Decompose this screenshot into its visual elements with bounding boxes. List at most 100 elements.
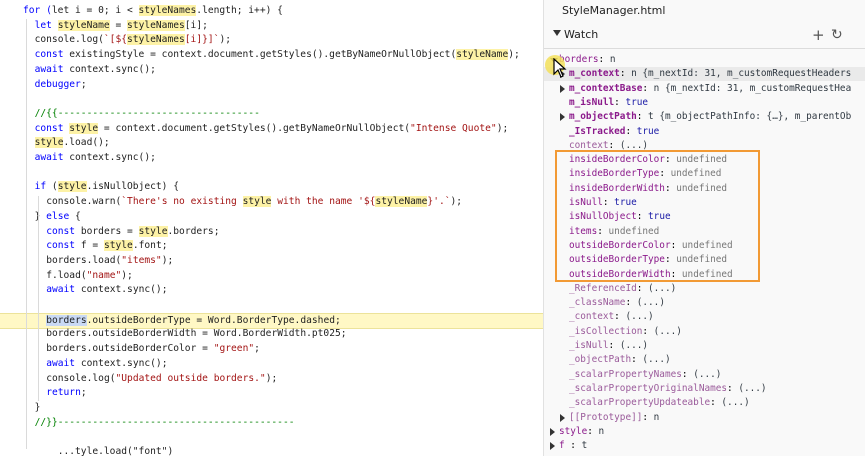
code-token: context.sync(); xyxy=(80,284,168,296)
watch-value: (...) xyxy=(738,382,767,394)
watch-row[interactable]: borders: n xyxy=(544,53,865,67)
code-line[interactable]: const borders = style.borders; xyxy=(0,225,543,239)
code-line[interactable]: style.load(); xyxy=(0,136,543,150)
code-token: styleNames xyxy=(127,34,185,46)
watch-value: (...) xyxy=(619,340,649,351)
code-token: style xyxy=(57,181,87,193)
code-text: await context.sync(); xyxy=(35,63,156,77)
code-line[interactable]: //{{----------------------------------- xyxy=(0,107,543,121)
code-line[interactable]: for (let i = 0; i < styleNames.length; i… xyxy=(0,4,543,18)
chevron-down-icon[interactable] xyxy=(553,30,561,36)
expand-right-icon[interactable] xyxy=(560,413,565,422)
code-line[interactable]: await context.sync(); xyxy=(0,283,543,297)
watch-row[interactable]: _scalarPropertyUpdateable: (...) xyxy=(544,396,865,410)
code-token: [i]; xyxy=(184,19,208,31)
code-text: borders.outsideBorderColor = "green"; xyxy=(46,342,260,356)
code-line[interactable]: await context.sync(); xyxy=(0,357,543,371)
watch-row[interactable]: m_context: n {m_nextId: 31, m_customRequ… xyxy=(544,67,865,82)
watch-row[interactable]: style: n xyxy=(544,425,865,439)
code-token: let i = 0; i < xyxy=(51,5,139,16)
code-token: ); xyxy=(121,269,133,281)
watch-row[interactable]: _IsTracked: true xyxy=(544,125,865,139)
code-line[interactable] xyxy=(0,298,543,312)
code-line[interactable] xyxy=(0,92,543,106)
watch-row[interactable]: m_isNull: true xyxy=(544,96,865,110)
code-line[interactable]: debugger; xyxy=(0,78,543,92)
code-line[interactable]: borders.outsideBorderColor = "green"; xyxy=(0,342,543,356)
code-token: style xyxy=(34,137,64,149)
watch-separator: : xyxy=(598,54,610,65)
code-token: let xyxy=(34,19,58,31)
code-editor[interactable]: for (let i = 0; i < styleNames.length; i… xyxy=(0,0,543,456)
watch-value: (...) xyxy=(693,368,722,380)
watch-value: (...) xyxy=(653,325,682,337)
code-line[interactable]: borders.load("items"); xyxy=(0,254,543,268)
code-line[interactable]: console.log("Updated outside borders."); xyxy=(0,372,543,386)
code-text: const f = style.font; xyxy=(46,239,168,253)
code-token: with the name '${ xyxy=(271,196,376,208)
watch-value: (...) xyxy=(648,282,677,294)
code-line[interactable]: } xyxy=(0,401,543,415)
watch-row[interactable]: m_contextBase: n {m_nextId: 31, m_custom… xyxy=(544,82,865,96)
expand-right-icon[interactable] xyxy=(560,84,565,93)
watch-row[interactable]: _isCollection: (...) xyxy=(544,325,865,339)
code-line[interactable]: console.warn(`There's no existing style … xyxy=(0,195,543,209)
code-line[interactable] xyxy=(0,166,543,180)
code-text: await context.sync(); xyxy=(46,357,167,371)
code-line[interactable]: const f = style.font; xyxy=(0,239,543,253)
code-text: const existingStyle = context.document.g… xyxy=(35,48,520,62)
watch-row[interactable]: [[Prototype]]: n xyxy=(544,411,865,425)
watch-separator: : xyxy=(625,125,637,137)
code-line[interactable]: const style = context.document.getStyles… xyxy=(0,122,543,136)
code-line[interactable]: borders.outsideBorderWidth = Word.Border… xyxy=(0,327,543,341)
expand-right-icon[interactable] xyxy=(560,113,565,122)
code-line[interactable]: await context.sync(); xyxy=(0,151,543,165)
watch-value: n xyxy=(609,54,616,65)
code-line[interactable]: if (style.isNullObject) { xyxy=(0,180,543,194)
watch-separator: : xyxy=(681,368,694,380)
code-line[interactable]: ...tyle.load("font") xyxy=(0,445,543,456)
code-token: const xyxy=(34,49,70,61)
watch-row[interactable]: _scalarPropertyOriginalNames: (...) xyxy=(544,382,865,396)
watch-key: m_objectPath xyxy=(569,111,637,123)
code-line[interactable]: //}}------------------------------------… xyxy=(0,416,543,430)
code-text: console.warn(`There's no existing style … xyxy=(46,195,462,209)
code-line[interactable]: f.load("name"); xyxy=(0,269,543,283)
code-line[interactable]: } else { xyxy=(0,210,543,224)
code-token: style xyxy=(138,225,168,237)
watch-row[interactable]: _objectPath: (...) xyxy=(544,353,865,367)
code-token: await xyxy=(46,284,81,296)
code-line[interactable]: const existingStyle = context.document.g… xyxy=(0,48,543,62)
watch-row[interactable]: _className: (...) xyxy=(544,296,865,310)
code-line[interactable]: return; xyxy=(0,386,543,400)
watch-section-header[interactable]: Watch + ↻ xyxy=(544,25,865,45)
expand-right-icon[interactable] xyxy=(550,442,555,451)
code-token: styleName xyxy=(375,196,428,208)
code-token: context.sync(); xyxy=(69,63,156,75)
code-token: ); xyxy=(450,196,463,208)
code-token: styleName xyxy=(57,19,110,31)
code-line[interactable]: await context.sync(); xyxy=(0,63,543,77)
code-line[interactable]: console.log(`[${styleNames[i]}]`); xyxy=(0,33,543,47)
code-token: context.sync(); xyxy=(69,152,156,163)
code-text: return; xyxy=(46,386,86,400)
watch-row[interactable]: _isNull: (...) xyxy=(544,339,865,353)
code-token: ); xyxy=(219,34,231,46)
expand-right-icon[interactable] xyxy=(550,427,555,436)
watch-row[interactable]: _scalarPropertyNames: (...) xyxy=(544,368,865,382)
watch-row[interactable]: _context: (...) xyxy=(544,310,865,324)
watch-row[interactable]: _ReferenceId: (...) xyxy=(544,282,865,296)
current-line[interactable]: borders.outsideBorderType = Word.BorderT… xyxy=(0,312,543,329)
code-line[interactable]: let styleName = styleNames[i]; xyxy=(0,19,543,33)
watch-row[interactable]: m_objectPath: t {m_objectPathInfo: {…}, … xyxy=(544,110,865,124)
watch-separator: : xyxy=(631,354,643,366)
refresh-icon[interactable]: ↻ xyxy=(831,25,843,45)
code-token: return xyxy=(46,387,81,399)
watch-row[interactable]: f : t xyxy=(544,439,865,453)
code-token: console.log( xyxy=(34,34,104,46)
code-token: await xyxy=(34,152,70,163)
code-token: console.warn( xyxy=(46,196,122,208)
code-line[interactable] xyxy=(0,430,543,444)
watch-value: t xyxy=(581,440,588,452)
plus-icon[interactable]: + xyxy=(812,25,825,45)
